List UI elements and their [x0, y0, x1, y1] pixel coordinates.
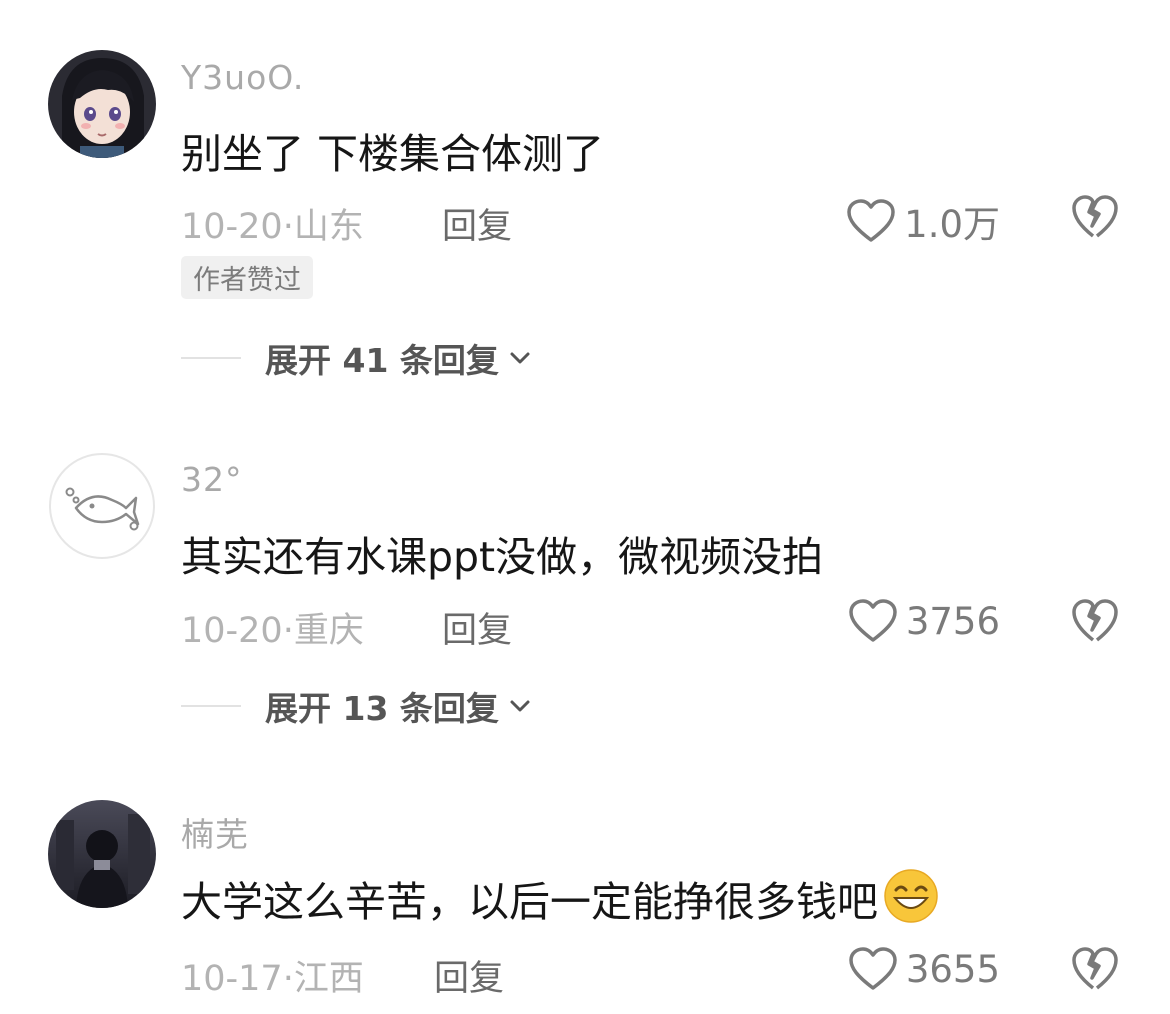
- comment-meta: 10-20·重庆: [181, 602, 364, 653]
- author-liked-badge: 作者赞过: [181, 256, 313, 299]
- avatar[interactable]: [48, 452, 156, 560]
- like-button[interactable]: 3655: [848, 946, 1000, 992]
- grinning-face-emoji: [882, 868, 940, 934]
- heart-icon: [847, 199, 895, 242]
- like-button[interactable]: 3756: [848, 598, 1000, 644]
- expand-replies-label: 展开 41 条回复: [265, 341, 499, 380]
- like-count: 1.0万: [904, 203, 1000, 246]
- comment-date: 10-17: [181, 959, 283, 999]
- comment-text: 其实还有水课ppt没做，微视频没拍: [181, 533, 824, 581]
- divider: [181, 705, 241, 707]
- expand-replies-button[interactable]: 展开 41 条回复: [181, 334, 531, 382]
- dislike-button[interactable]: [1071, 598, 1119, 648]
- comment-location: 重庆: [293, 611, 364, 651]
- meta-separator: ·: [282, 207, 294, 247]
- comment-location: 山东: [293, 207, 364, 247]
- expand-replies-button[interactable]: 展开 13 条回复: [181, 682, 531, 730]
- like-count: 3655: [905, 947, 1000, 991]
- reply-button[interactable]: 回复: [434, 950, 504, 1001]
- comment-meta: 10-17·江西: [181, 950, 364, 1001]
- expand-replies-label: 展开 13 条回复: [265, 689, 499, 728]
- divider: [181, 357, 241, 359]
- meta-separator: ·: [282, 611, 294, 651]
- comment-date: 10-20: [181, 207, 283, 247]
- like-button[interactable]: 1.0万: [846, 194, 1000, 248]
- meta-separator: ·: [282, 959, 294, 999]
- chevron-down-icon: [510, 352, 530, 364]
- reply-button[interactable]: 回复: [442, 198, 512, 249]
- comment-location: 江西: [293, 959, 364, 999]
- dislike-button[interactable]: [1071, 946, 1119, 996]
- avatar[interactable]: [48, 50, 156, 158]
- comment-meta: 10-20·山东: [181, 198, 364, 249]
- like-count: 3756: [905, 599, 1000, 643]
- comment-text: 别坐了 下楼集合体测了: [181, 130, 605, 178]
- username[interactable]: 楠芜: [181, 808, 249, 856]
- avatar[interactable]: [48, 800, 156, 908]
- username[interactable]: 32°: [181, 460, 243, 499]
- broken-heart-icon: [1072, 195, 1118, 238]
- broken-heart-icon: [1072, 599, 1118, 642]
- reply-button[interactable]: 回复: [442, 602, 512, 653]
- chevron-down-icon: [510, 700, 530, 712]
- dislike-button[interactable]: [1071, 194, 1119, 244]
- comment-text: 大学这么辛苦，以后一定能挣很多钱吧: [181, 868, 940, 938]
- username[interactable]: Y3uoO.: [181, 58, 304, 97]
- comment-text-body: 大学这么辛苦，以后一定能挣很多钱吧: [181, 878, 878, 926]
- heart-icon: [849, 947, 897, 990]
- comment-date: 10-20: [181, 611, 283, 651]
- broken-heart-icon: [1072, 947, 1118, 990]
- heart-icon: [849, 599, 897, 642]
